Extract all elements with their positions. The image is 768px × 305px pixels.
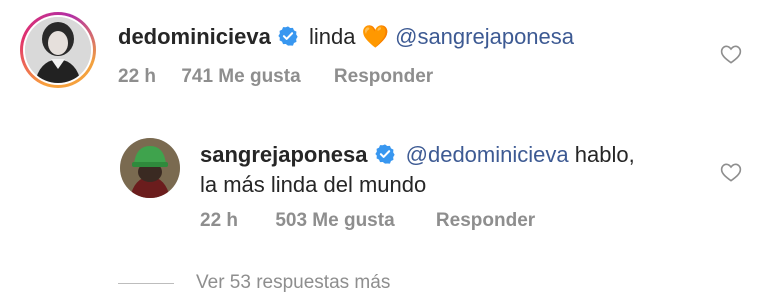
comment-text: linda xyxy=(308,24,356,49)
likes-count[interactable]: 741 Me gusta xyxy=(181,66,300,87)
avatar-story-ring[interactable] xyxy=(20,12,96,88)
timestamp[interactable]: 22 h xyxy=(200,210,238,231)
timestamp[interactable]: 22 h xyxy=(118,66,156,87)
reply-button[interactable]: Responder xyxy=(436,210,535,231)
comment-text-line: dedominicieva linda 🧡 @sangrejaponesa xyxy=(118,24,574,53)
avatar xyxy=(25,17,91,83)
verified-badge-icon xyxy=(374,143,396,171)
username[interactable]: sangrejaponesa xyxy=(200,142,368,167)
orange-heart-emoji: 🧡 xyxy=(361,25,389,50)
view-more-replies-label[interactable]: Ver 53 respuestas más xyxy=(196,272,390,294)
avatar[interactable] xyxy=(120,138,180,198)
comment-meta: 22 h 741 Me gusta Responder xyxy=(118,66,459,88)
reply-button[interactable]: Responder xyxy=(334,66,433,87)
comment-text-line: sangrejaponesa @dedominicieva hablo, xyxy=(200,142,635,171)
mention-link[interactable]: @dedominicieva xyxy=(406,142,569,167)
comment-text-line-2: la más linda del mundo xyxy=(200,172,426,198)
comment-text: la más linda del mundo xyxy=(200,172,427,197)
heart-outline-icon[interactable] xyxy=(720,162,742,187)
verified-badge-icon xyxy=(277,25,299,53)
comment-meta: 22 h 503 Me gusta Responder xyxy=(200,210,561,232)
comment-text: hablo, xyxy=(574,142,635,167)
likes-count[interactable]: 503 Me gusta xyxy=(275,210,394,231)
view-more-replies[interactable]: Ver 53 respuestas más xyxy=(118,272,390,294)
divider-line xyxy=(118,282,174,284)
mention-link[interactable]: @sangrejaponesa xyxy=(395,24,574,49)
username[interactable]: dedominicieva xyxy=(118,24,271,49)
heart-outline-icon[interactable] xyxy=(720,44,742,69)
